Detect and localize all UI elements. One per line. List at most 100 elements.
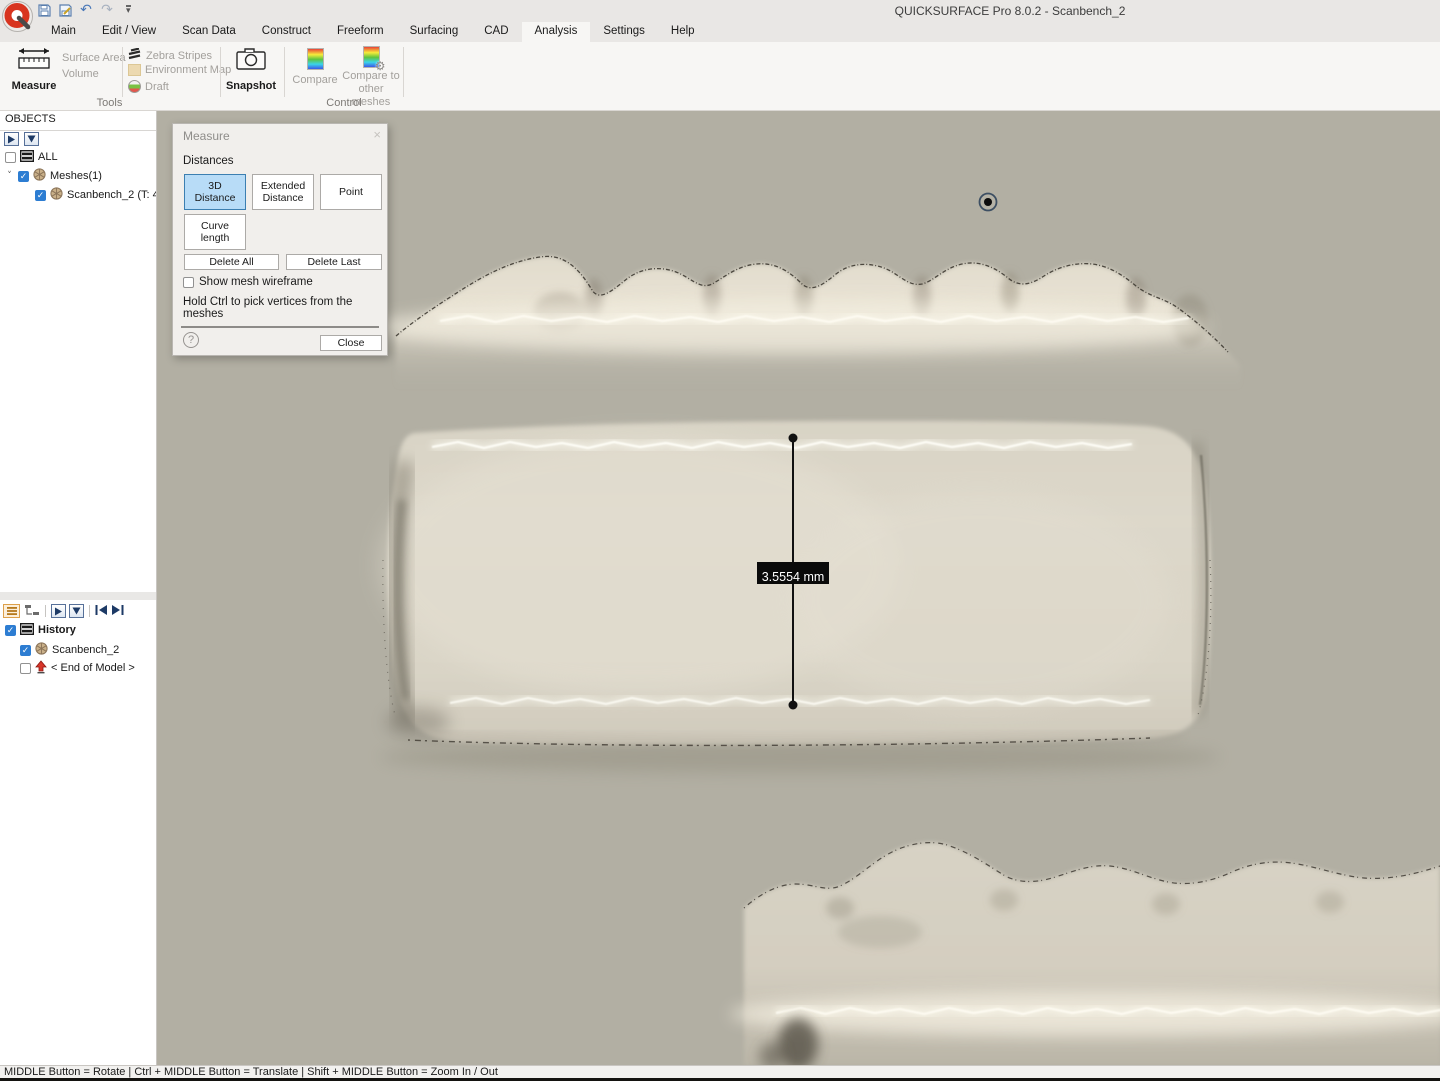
extended-distance-button[interactable]: Extended Distance: [252, 174, 314, 210]
measure-ruler-icon: [16, 46, 52, 77]
redo-icon[interactable]: ↷: [99, 2, 115, 18]
tree-item-all[interactable]: ALL: [5, 149, 58, 165]
left-panel: OBJECTS ALL ˅ ✓ Meshes(1) ✓ Scanbench_2 …: [0, 111, 157, 1065]
tab-main[interactable]: Main: [38, 22, 89, 42]
history-expand-icon[interactable]: [51, 604, 66, 618]
tab-scan-data[interactable]: Scan Data: [169, 22, 249, 42]
measurement-label: 3.5554 mm: [762, 570, 825, 584]
history-skip-to-end-icon[interactable]: [111, 602, 124, 620]
tab-cad[interactable]: CAD: [471, 22, 521, 42]
checkbox-all[interactable]: [5, 152, 16, 163]
zebra-stripes-label: Zebra Stripes: [146, 50, 212, 62]
mesh-wheel-icon: [35, 642, 48, 658]
panel-splitter[interactable]: [0, 592, 156, 600]
control-group-label: Control: [284, 97, 404, 109]
save-as-icon[interactable]: [57, 2, 73, 18]
history-filter-icon[interactable]: [69, 604, 84, 618]
tab-surfacing[interactable]: Surfacing: [397, 22, 472, 42]
toolbar-separator: [89, 605, 90, 617]
window-title: QUICKSURFACE Pro 8.0.2 - Scanbench_2: [845, 4, 1175, 18]
measure-dialog-title[interactable]: Measure: [183, 129, 230, 143]
compare-label: Compare: [292, 74, 337, 86]
mesh-center-boss: [380, 421, 1220, 773]
show-wireframe-checkbox-row[interactable]: Show mesh wireframe: [183, 276, 313, 288]
undo-icon[interactable]: ↶: [78, 2, 94, 18]
end-of-model-arrow-icon: [35, 660, 47, 677]
toolbar-separator: [45, 605, 46, 617]
close-button[interactable]: Close: [320, 335, 382, 351]
zebra-stripes-button[interactable]: Zebra Stripes: [128, 48, 212, 63]
tree-item-end-of-model[interactable]: < End of Model >: [20, 660, 135, 676]
status-bar: MIDDLE Button = Rotate | Ctrl + MIDDLE B…: [0, 1065, 1440, 1081]
tree-item-history[interactable]: ✓ History: [5, 622, 76, 638]
title-bar: ↶ ↷ ▾ QUICKSURFACE Pro 8.0.2 - Scanbench…: [0, 0, 1440, 22]
tree-label-meshes: Meshes(1): [50, 170, 102, 182]
history-toolbar: [3, 602, 124, 620]
delete-all-button[interactable]: Delete All: [184, 254, 279, 270]
checkbox-end-of-model[interactable]: [20, 663, 31, 674]
draft-button[interactable]: Draft: [128, 80, 169, 93]
tab-edit-view[interactable]: Edit / View: [89, 22, 169, 42]
show-wireframe-checkbox[interactable]: [183, 277, 194, 288]
pivot-indicator-icon: [980, 194, 997, 211]
show-wireframe-label: Show mesh wireframe: [199, 276, 313, 288]
measure-button[interactable]: Measure: [10, 46, 58, 92]
layers-icon: [20, 623, 34, 638]
point-button[interactable]: Point: [320, 174, 382, 210]
layers-icon: [20, 150, 34, 165]
checkbox-scanbench[interactable]: ✓: [35, 190, 46, 201]
tab-help[interactable]: Help: [658, 22, 708, 42]
checkbox-meshes[interactable]: ✓: [18, 171, 29, 182]
tree-item-scanbench[interactable]: ✓ Scanbench_2 (T: 4 928: [35, 187, 157, 203]
measure-label: Measure: [12, 80, 57, 92]
compare-colormap-icon: [307, 48, 324, 70]
save-icon[interactable]: [36, 2, 52, 18]
tree-item-history-scanbench[interactable]: ✓ Scanbench_2: [20, 642, 119, 658]
close-icon[interactable]: ×: [373, 127, 381, 142]
distances-section-label: Distances: [183, 155, 234, 167]
mesh-wheel-icon: [33, 168, 46, 184]
curve-length-button[interactable]: Curve length: [184, 214, 246, 250]
ribbon-separator: [403, 47, 404, 97]
customize-quick-access-icon[interactable]: ▾: [126, 5, 131, 15]
measurement-endpoint-top: [789, 434, 798, 443]
ribbon-toolbar: Measure Surface Area Volume Zebra Stripe…: [0, 42, 1440, 111]
history-skip-to-start-icon[interactable]: [95, 602, 108, 620]
draft-label: Draft: [145, 81, 169, 93]
tab-construct[interactable]: Construct: [249, 22, 324, 42]
tree-label-history-scanbench: Scanbench_2: [52, 644, 119, 656]
history-tree-view-icon[interactable]: [23, 604, 40, 618]
tree-label-end-of-model: < End of Model >: [51, 662, 135, 674]
objects-expand-icon[interactable]: [4, 132, 19, 146]
app-logo-icon: [2, 1, 33, 32]
tree-item-meshes[interactable]: ˅ ✓ Meshes(1): [5, 168, 102, 184]
mesh-wheel-icon: [50, 187, 63, 203]
delete-last-button[interactable]: Delete Last: [286, 254, 382, 270]
tree-label-all: ALL: [38, 151, 58, 163]
3d-distance-button[interactable]: 3D Distance: [184, 174, 246, 210]
measurement-endpoint-bottom: [789, 701, 798, 710]
environment-map-label: Environment Map: [145, 64, 231, 76]
measure-dialog: Measure × Distances 3D Distance Extended…: [172, 123, 388, 356]
checkbox-history-scanbench[interactable]: ✓: [20, 645, 31, 656]
help-icon[interactable]: ?: [183, 332, 199, 348]
surface-area-button[interactable]: Surface Area: [62, 52, 126, 64]
tab-analysis[interactable]: Analysis: [522, 22, 591, 42]
tree-label-history: History: [38, 624, 76, 636]
history-list-view-icon[interactable]: [3, 604, 20, 618]
snapshot-button[interactable]: Snapshot: [226, 46, 276, 92]
objects-panel-title: OBJECTS: [0, 111, 156, 131]
environment-map-button[interactable]: Environment Map: [128, 64, 231, 76]
compare-button[interactable]: Compare: [292, 48, 338, 86]
tab-freeform[interactable]: Freeform: [324, 22, 397, 42]
menu-bar: Main Edit / View Scan Data Construct Fre…: [0, 22, 1440, 43]
chevron-down-icon[interactable]: ˅: [5, 171, 14, 181]
zebra-stripes-icon: [128, 48, 142, 63]
snapshot-label: Snapshot: [226, 80, 276, 92]
tools-group-label: Tools: [0, 97, 219, 109]
checkbox-history[interactable]: ✓: [5, 625, 16, 636]
mesh-top-ridge: [370, 256, 1240, 392]
volume-button[interactable]: Volume: [62, 68, 99, 80]
tab-settings[interactable]: Settings: [590, 22, 658, 42]
objects-filter-icon[interactable]: [24, 132, 39, 146]
